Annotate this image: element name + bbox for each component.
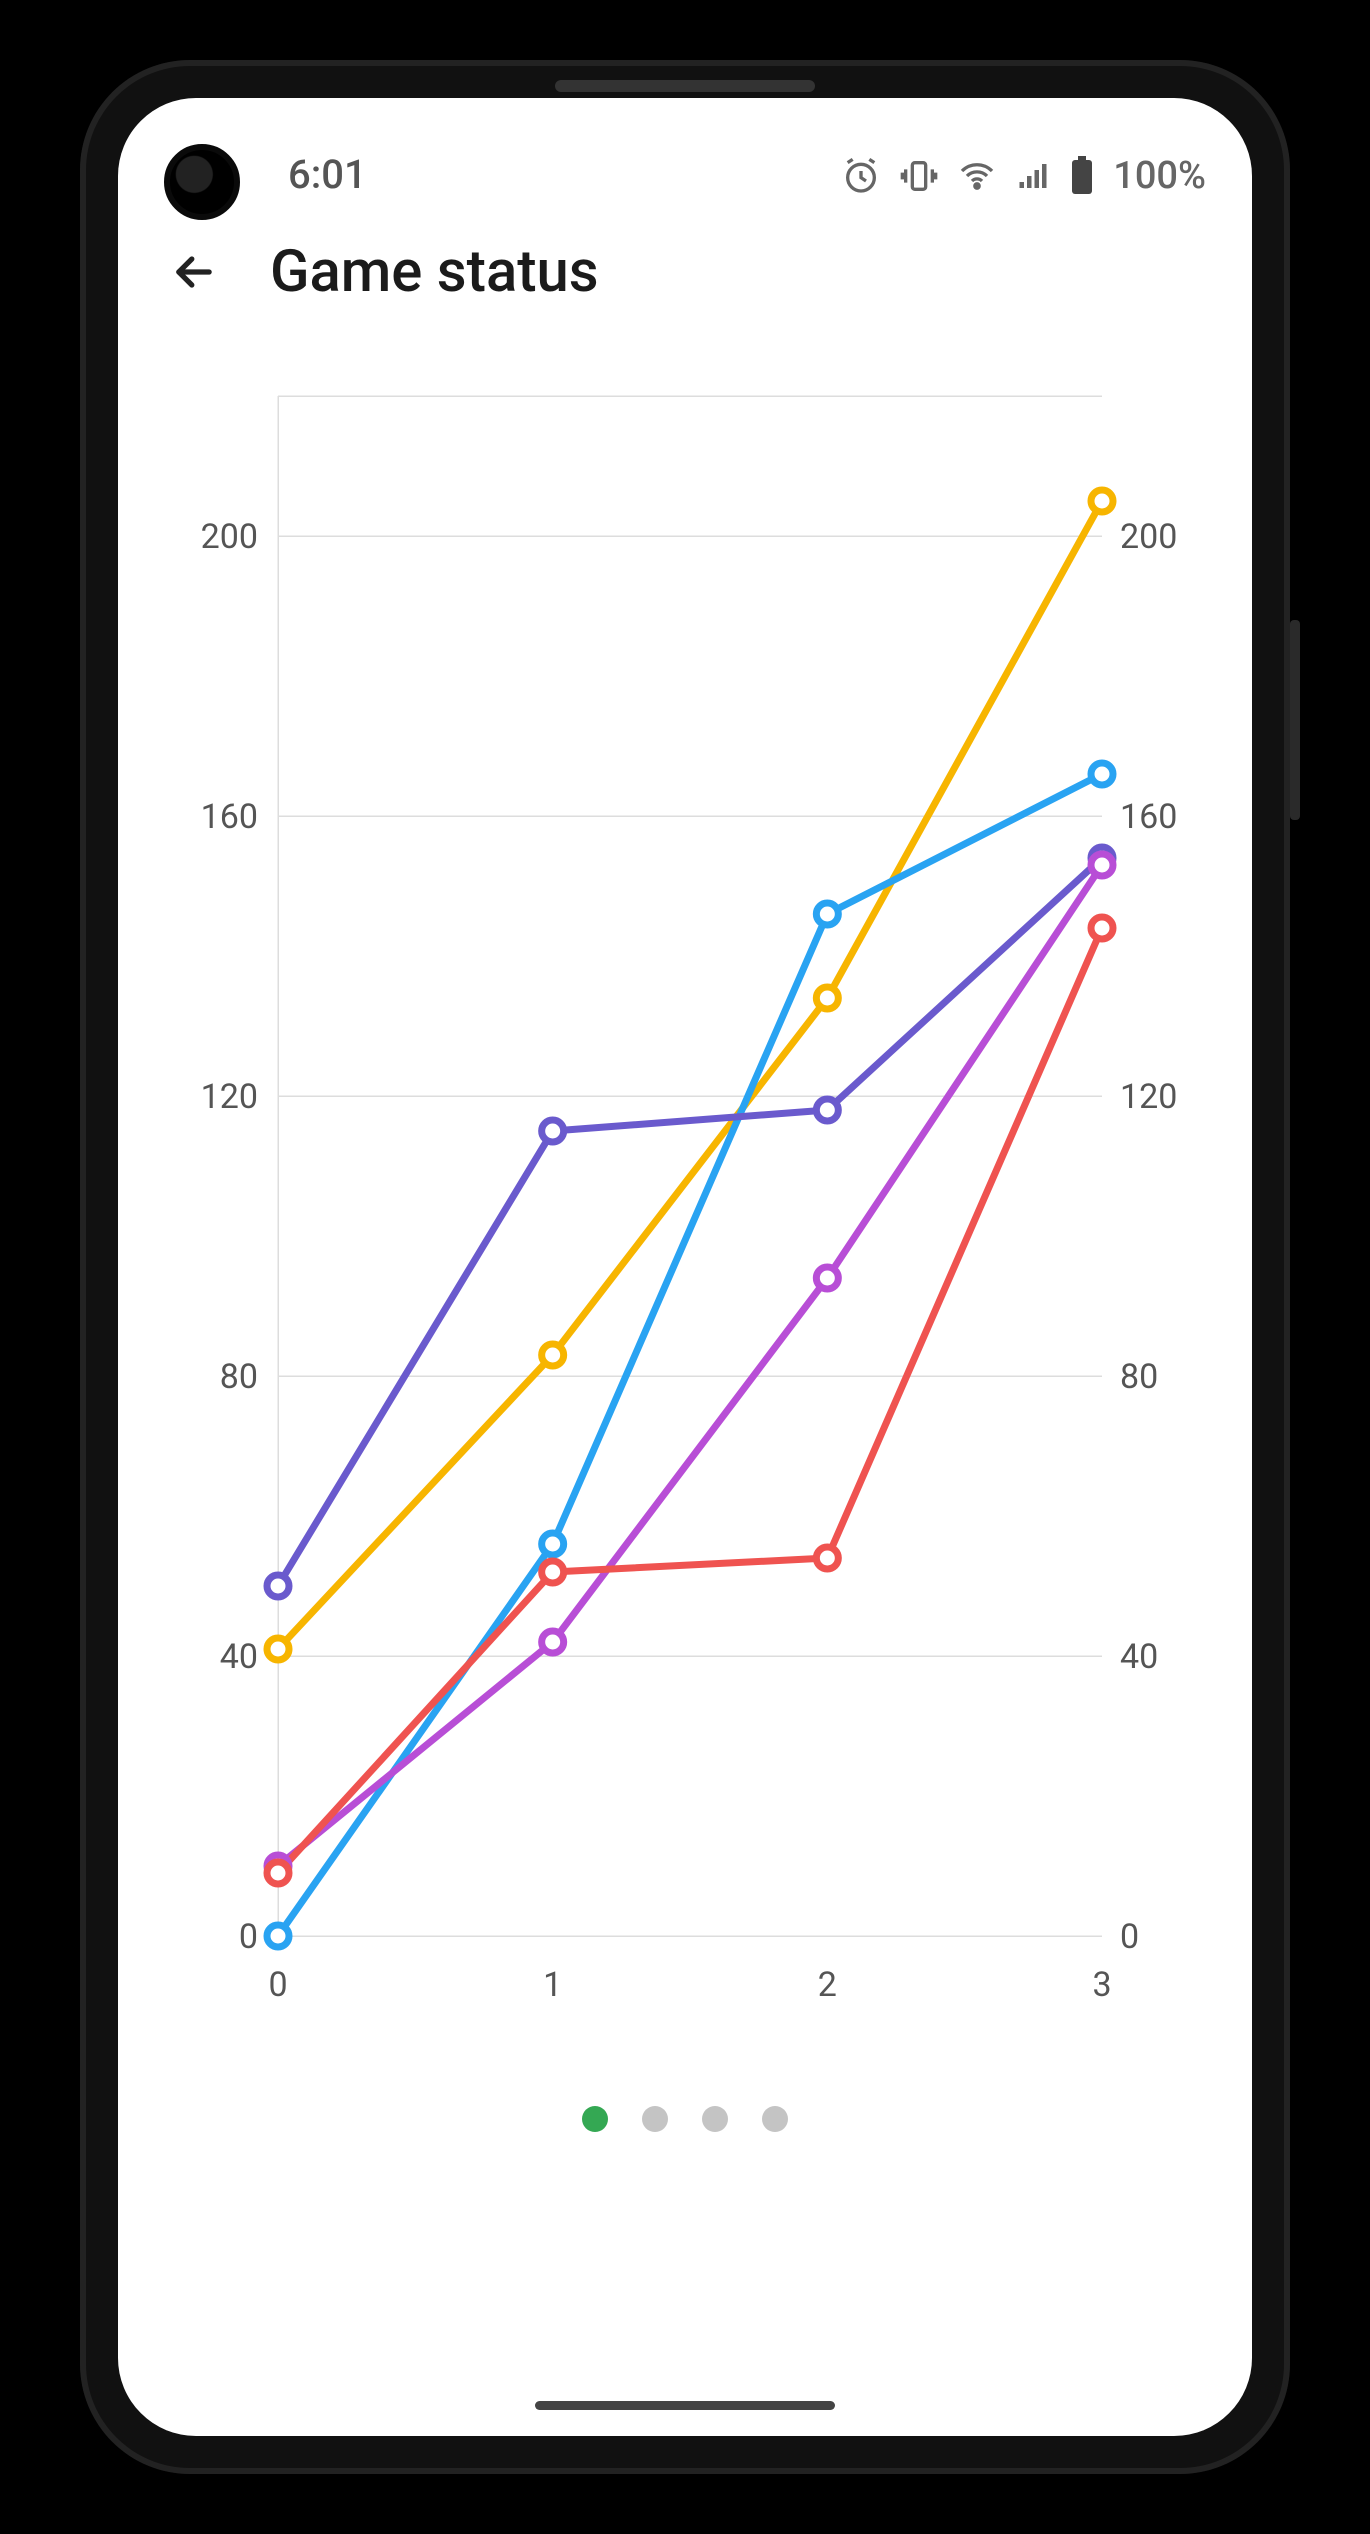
punch-hole-camera xyxy=(164,144,240,220)
clock-text: 6:01 xyxy=(288,151,367,198)
svg-text:1: 1 xyxy=(543,1965,562,2005)
svg-text:120: 120 xyxy=(1120,1077,1177,1117)
battery-text: 100% xyxy=(1113,154,1206,198)
app-bar: Game status xyxy=(118,208,1252,326)
speaker-grille xyxy=(555,80,815,92)
svg-text:200: 200 xyxy=(1120,517,1177,557)
svg-text:2: 2 xyxy=(818,1965,837,2005)
svg-text:40: 40 xyxy=(1120,1637,1158,1677)
home-indicator xyxy=(535,2401,835,2410)
svg-text:120: 120 xyxy=(201,1077,258,1117)
phone-bezel: 6:01 100% xyxy=(80,60,1290,2474)
signal-icon xyxy=(1015,158,1051,194)
status-bar: 6:01 100% xyxy=(118,98,1252,208)
wifi-icon xyxy=(957,156,997,196)
svg-text:0: 0 xyxy=(268,1965,287,2005)
svg-text:3: 3 xyxy=(1092,1965,1111,2005)
svg-text:0: 0 xyxy=(239,1917,258,1957)
phone-screen: 6:01 100% xyxy=(118,98,1252,2436)
line-chart: 0 40 80 120 160 200 0 40 80 120 160 200 0 1 2 3 xyxy=(148,356,1222,2056)
svg-text:160: 160 xyxy=(1120,797,1177,837)
pager-dot[interactable] xyxy=(702,2106,728,2132)
svg-text:80: 80 xyxy=(220,1357,258,1397)
svg-text:40: 40 xyxy=(220,1637,258,1677)
page-indicator[interactable] xyxy=(118,2106,1252,2132)
svg-text:80: 80 xyxy=(1120,1357,1158,1397)
arrow-left-icon xyxy=(168,246,220,298)
svg-text:0: 0 xyxy=(1120,1917,1139,1957)
side-button xyxy=(1290,620,1300,820)
vibrate-icon xyxy=(899,156,939,196)
battery-icon xyxy=(1069,156,1095,196)
chart-container[interactable]: 0 40 80 120 160 200 0 40 80 120 160 200 0 1 2 3 xyxy=(118,356,1252,2056)
pager-dot[interactable] xyxy=(762,2106,788,2132)
back-button[interactable] xyxy=(164,242,224,302)
pager-dot[interactable] xyxy=(642,2106,668,2132)
page-title: Game status xyxy=(270,238,599,306)
pager-dot[interactable] xyxy=(582,2106,608,2132)
alarm-icon xyxy=(841,156,881,196)
svg-text:160: 160 xyxy=(201,797,258,837)
svg-text:200: 200 xyxy=(201,517,258,557)
